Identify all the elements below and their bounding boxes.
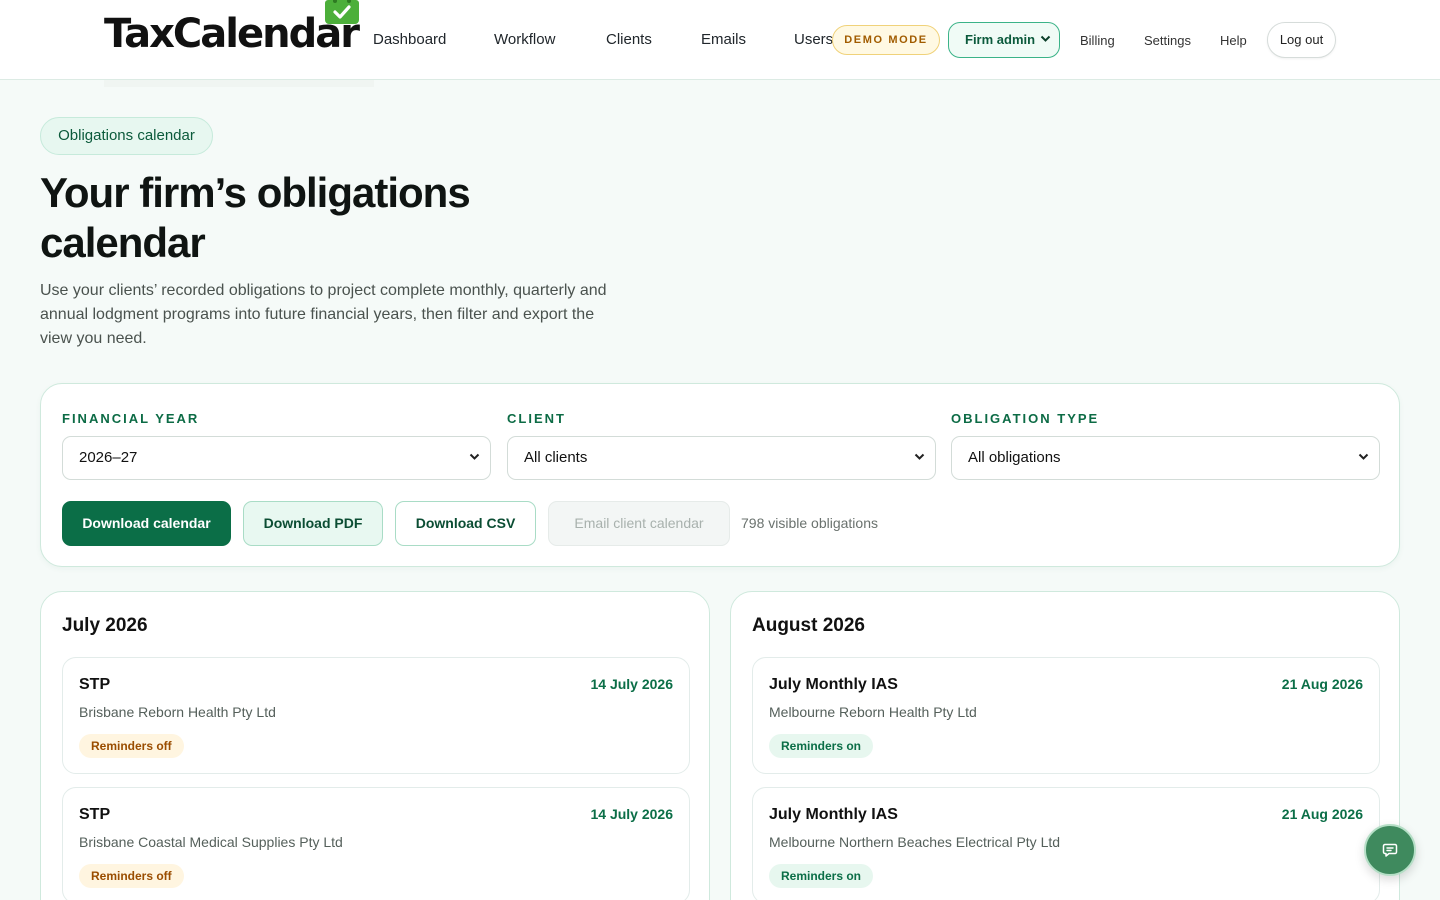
email-client-calendar-button[interactable]: Email client calendar	[548, 501, 730, 546]
obligation-name: July Monthly IAS	[769, 676, 898, 693]
nav-emails[interactable]: Emails	[701, 31, 746, 49]
nav-billing[interactable]: Billing	[1080, 33, 1115, 48]
brand-logo[interactable]: TaxCalendar	[104, 12, 360, 56]
nav-workflow[interactable]: Workflow	[494, 31, 555, 49]
filter-panel: FINANCIAL YEAR 2026–27 CLIENT All client…	[40, 383, 1400, 567]
financial-year-value: 2026–27	[79, 449, 138, 466]
download-pdf-button[interactable]: Download PDF	[243, 501, 383, 546]
nav-settings[interactable]: Settings	[1144, 33, 1191, 48]
month-title: August 2026	[752, 615, 865, 636]
calendar-check-icon	[325, 0, 359, 24]
obligation-item[interactable]: STP 14 July 2026 Brisbane Reborn Health …	[62, 657, 690, 774]
section-pill: Obligations calendar	[40, 117, 213, 155]
financial-year-label: FINANCIAL YEAR	[62, 411, 200, 426]
demo-mode-badge: DEMO MODE	[832, 25, 940, 55]
logout-button[interactable]: Log out	[1267, 22, 1336, 58]
visible-obligations-count: 798 visible obligations	[741, 515, 878, 531]
obligation-type-value: All obligations	[968, 449, 1061, 466]
page-title: Your firm’s obligations calendar	[40, 169, 471, 266]
role-select[interactable]: Firm admin	[948, 22, 1060, 58]
reminder-status-badge: Reminders off	[79, 864, 184, 888]
month-card-july: July 2026 STP 14 July 2026 Brisbane Rebo…	[40, 591, 710, 900]
download-calendar-button[interactable]: Download calendar	[62, 501, 231, 546]
obligation-name: July Monthly IAS	[769, 806, 898, 823]
role-select-value: Firm admin	[965, 32, 1036, 47]
logo-underline	[104, 80, 374, 87]
obligation-name: STP	[79, 806, 111, 823]
obligation-type-select[interactable]: All obligations	[951, 436, 1380, 480]
chat-button[interactable]	[1364, 824, 1416, 876]
nav-users[interactable]: Users	[794, 31, 833, 49]
obligation-due-date: 14 July 2026	[590, 676, 673, 692]
financial-year-select[interactable]: 2026–27	[62, 436, 491, 480]
month-card-august: August 2026 July Monthly IAS 21 Aug 2026…	[730, 591, 1400, 900]
reminder-status-badge: Reminders off	[79, 734, 184, 758]
chevron-down-icon	[469, 453, 480, 460]
download-csv-button[interactable]: Download CSV	[395, 501, 536, 546]
reminder-status-badge: Reminders on	[769, 734, 874, 758]
obligation-client: Melbourne Reborn Health Pty Ltd	[769, 704, 977, 720]
page-description: Use your clients’ recorded obligations t…	[40, 282, 607, 347]
obligation-type-label: OBLIGATION TYPE	[951, 411, 1100, 426]
reminder-status-badge: Reminders on	[769, 864, 874, 888]
client-select[interactable]: All clients	[507, 436, 936, 480]
obligation-due-date: 14 July 2026	[590, 806, 673, 822]
chevron-down-icon	[1040, 35, 1051, 42]
nav-dashboard[interactable]: Dashboard	[373, 31, 446, 49]
nav-clients[interactable]: Clients	[606, 31, 652, 49]
top-header: TaxCalendar Dashboard Workflow Clients E…	[0, 0, 1440, 87]
chevron-down-icon	[914, 453, 925, 460]
client-value: All clients	[524, 449, 588, 466]
obligation-client: Brisbane Coastal Medical Supplies Pty Lt…	[79, 834, 343, 850]
client-label: CLIENT	[507, 411, 566, 426]
obligation-due-date: 21 Aug 2026	[1281, 806, 1363, 822]
chevron-down-icon	[1358, 453, 1369, 460]
obligation-client: Brisbane Reborn Health Pty Ltd	[79, 704, 276, 720]
obligation-client: Melbourne Northern Beaches Electrical Pt…	[769, 834, 1061, 850]
obligation-due-date: 21 Aug 2026	[1281, 676, 1363, 692]
obligation-name: STP	[79, 676, 111, 693]
chat-bubble-icon	[1382, 843, 1398, 857]
obligation-item[interactable]: July Monthly IAS 21 Aug 2026 Melbourne N…	[752, 787, 1380, 900]
nav-help[interactable]: Help	[1220, 33, 1247, 48]
month-title: July 2026	[62, 615, 148, 636]
obligation-item[interactable]: July Monthly IAS 21 Aug 2026 Melbourne R…	[752, 657, 1380, 774]
obligation-item[interactable]: STP 14 July 2026 Brisbane Coastal Medica…	[62, 787, 690, 900]
